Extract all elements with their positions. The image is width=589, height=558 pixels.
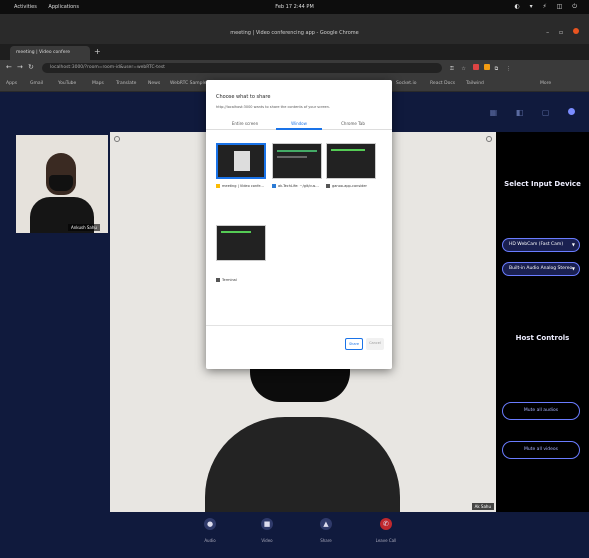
bookmark-item[interactable]: Maps [92,81,104,86]
dialog-title: Choose what to share [216,94,271,100]
remote-participant-name: Ak Sahu [471,503,494,510]
app-header-icons: ▦ ◧ ▢ [490,108,575,117]
people-icon[interactable]: ◧ [516,108,532,117]
reload-icon[interactable]: ↻ [28,63,34,71]
dialog-subtitle: http://localhost:3000 wants to share the… [216,105,331,109]
extensions-area: ⚿ ☆ ⧉ ⋮ [450,64,514,72]
extension-icon[interactable] [484,64,491,70]
mic-icon: ● [204,518,216,530]
local-participant-name: Ankush Sahu [68,224,100,231]
tab-window[interactable]: Window [268,121,330,126]
audio-device-select[interactable]: Built-in Audio Analog Stereo ▼ [502,262,580,276]
select-input-device-title: Select Input Device [504,180,581,188]
share-screen-dialog: Choose what to share http://localhost:30… [206,80,392,369]
pin-icon[interactable] [114,136,120,142]
share-control[interactable]: ▲ Share [311,518,341,543]
bookmark-item[interactable]: More [540,81,551,86]
control-label: Audio [204,538,216,543]
local-video-tile[interactable] [16,135,108,233]
phone-hangup-icon: ✆ [380,518,392,530]
chevron-down-icon: ▼ [571,266,575,271]
window-thumbnail[interactable] [216,225,266,261]
chrome-icon [216,184,220,188]
chat-icon[interactable]: ▢ [542,108,558,117]
audio-control[interactable]: ● Audio [195,518,225,543]
audio-device-value: Built-in Audio Analog Stereo [509,266,573,271]
terminal-icon [326,184,330,188]
thumbnail-preview [221,231,251,233]
browser-toolbar: ← → ↻ localhost:3000/?room=room-id&user=… [0,60,589,76]
address-bar[interactable]: localhost:3000/?room=room-id&user=webRTC… [42,63,442,73]
host-controls-title: Host Controls [515,334,570,342]
tab-chrome-tab[interactable]: Chrome Tab [322,121,384,126]
window-thumbnail[interactable] [216,143,266,179]
window-thumbnail[interactable] [326,143,376,179]
chevron-down-icon: ▼ [571,242,575,247]
extension-icon[interactable] [473,64,480,70]
thumbnail-preview [331,149,365,151]
tab-strip: meeting | Video confere + [0,44,589,60]
maximize-icon[interactable]: ▫ [559,29,567,36]
vscode-icon [272,184,276,188]
tab-title: meeting | Video confere [16,50,71,55]
dialog-divider [206,325,392,326]
bookmark-item[interactable]: YouTube [58,81,76,86]
window-title: meeting | Video conferencing app - Googl… [230,30,359,36]
bookmark-item[interactable]: Socket.io [396,81,417,86]
window-label: ak-TechLife: ~/git/cus... [272,184,319,188]
thumbnail-preview [234,151,250,171]
leave-call-control[interactable]: ✆ Leave Call [371,518,401,543]
thumbnail-preview [277,156,307,158]
puzzle-icon[interactable]: ⧉ [495,66,502,72]
forward-icon[interactable]: → [17,63,23,71]
window-controls: – ▫ [546,28,579,36]
control-label: Leave Call [375,538,397,543]
video-device-select[interactable]: HD WebCam (Fast Cam) ▼ [502,238,580,252]
tab-entire-screen[interactable]: Entire screen [214,121,276,126]
os-top-bar: Activities Applications Feb 17 2:44 PM ◐… [0,0,589,14]
video-control[interactable]: ■ Video [252,518,282,543]
close-icon[interactable] [573,28,579,34]
mute-all-audios-button[interactable]: Mute all audios [502,402,580,420]
new-tab-icon[interactable]: + [94,47,101,56]
active-tab-indicator [276,128,322,130]
bookmark-item[interactable]: WebRTC Samples [170,81,209,86]
control-label: Video [261,538,273,543]
url-text: localhost:3000/?room=room-id&user=webRTC… [50,65,165,70]
bookmark-item[interactable]: News [148,81,160,86]
minimize-icon[interactable]: – [546,29,553,36]
share-button[interactable]: Share [345,338,363,350]
os-clock[interactable]: Feb 17 2:44 PM [0,4,589,10]
bookmark-item[interactable]: React Docs [430,81,455,86]
window-label: ganoo-app-consider [326,184,367,188]
back-icon[interactable]: ← [6,63,12,71]
thumbnail-preview [277,150,317,152]
local-video-person-mask [49,175,73,191]
video-device-value: HD WebCam (Fast Cam) [509,242,564,247]
bookmark-item[interactable]: Apps [6,81,17,86]
settings-icon[interactable] [568,108,575,115]
window-label: meeting | Video confe... [216,184,264,188]
main-video-person-body [205,417,400,512]
os-status-icons[interactable]: ◐ ▾ ⚡ ◫ ⏻ [514,3,581,11]
browser-tab[interactable]: meeting | Video confere [10,46,90,60]
bookmark-item[interactable]: Tailwind [466,81,484,86]
camera-icon: ■ [261,518,273,530]
star-icon[interactable]: ☆ [461,66,468,72]
terminal-icon [216,278,220,282]
grid-icon[interactable]: ▦ [490,108,506,117]
expand-icon[interactable] [486,136,492,142]
menu-icon[interactable]: ⋮ [506,66,514,72]
screen-share-icon: ▲ [320,518,332,530]
bookmark-item[interactable]: Translate [116,81,136,86]
mute-all-videos-button[interactable]: Mute all videos [502,441,580,459]
window-thumbnail[interactable] [272,143,322,179]
control-label: Share [320,538,332,543]
key-icon[interactable]: ⚿ [450,66,457,72]
bookmark-item[interactable]: Gmail [30,81,43,86]
call-controls-bar [0,512,589,558]
window-label: Terminal [216,278,237,282]
cancel-button[interactable]: Cancel [366,338,384,350]
screen: Activities Applications Feb 17 2:44 PM ◐… [0,0,589,558]
